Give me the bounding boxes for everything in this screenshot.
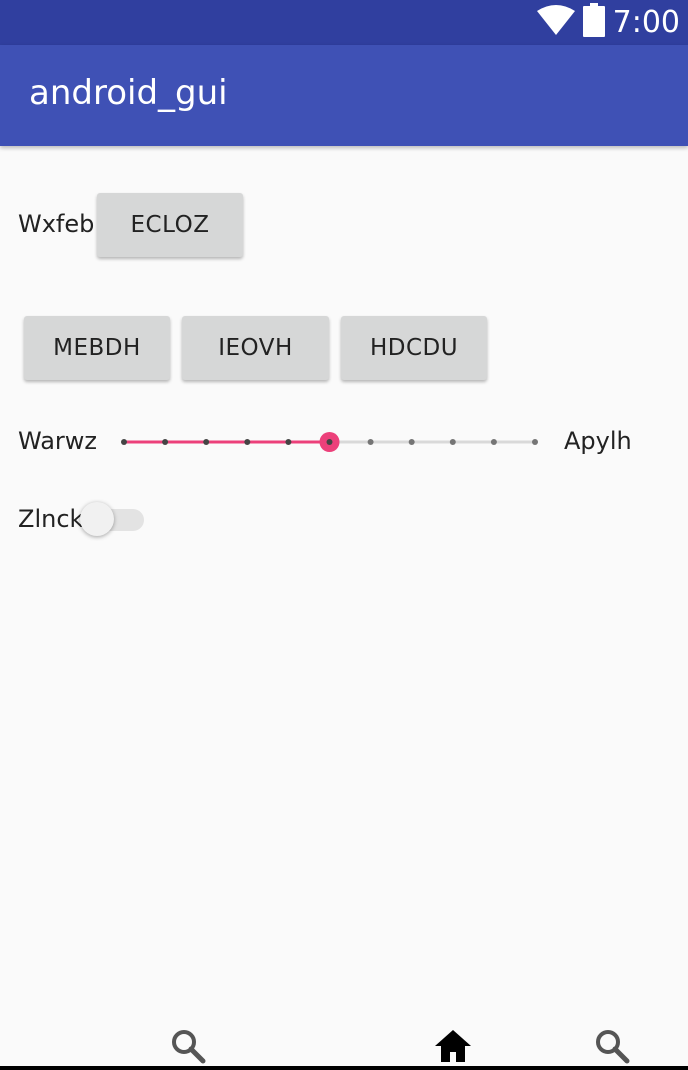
seekbar-tick	[203, 439, 210, 445]
seekbar-thumb-dot	[326, 439, 333, 445]
seekbar-tick	[162, 439, 169, 445]
wifi-icon	[536, 5, 575, 40]
battery-icon	[582, 3, 605, 42]
search-icon	[594, 1028, 630, 1069]
nav-search-left[interactable]	[166, 1026, 210, 1070]
ecloz-button[interactable]: ECLOZ	[97, 193, 243, 257]
search-icon	[170, 1028, 206, 1069]
ieovh-button[interactable]: IEOVH	[182, 316, 329, 380]
seekbar-tick	[285, 439, 292, 445]
seekbar-tick	[244, 439, 251, 445]
seekbar-tick	[408, 439, 415, 445]
slider-max-label: Apylh	[564, 427, 632, 455]
status-time: 7:00	[612, 5, 680, 40]
seekbar-graphic	[121, 432, 538, 452]
home-icon	[434, 1029, 472, 1068]
app-title: android_gui	[29, 73, 228, 113]
wxfeb-label: Wxfeb	[18, 210, 95, 238]
discrete-seekbar[interactable]	[114, 425, 544, 461]
seekbar-tick	[532, 439, 538, 445]
status-icons: 7:00	[536, 0, 680, 45]
bottom-nav	[0, 1010, 688, 1070]
nav-baseline	[0, 1066, 688, 1070]
switch-thumb	[80, 502, 114, 536]
seekbar-tick	[449, 439, 456, 445]
slider-min-label: Warwz	[18, 427, 97, 455]
nav-home[interactable]	[431, 1026, 475, 1070]
seekbar-tick	[121, 439, 127, 445]
zlnck-label: Zlnck	[18, 505, 84, 533]
status-bar: 7:00	[0, 0, 688, 45]
nav-search-right[interactable]	[590, 1026, 634, 1070]
seekbar-tick	[490, 439, 497, 445]
app-bar: android_gui	[0, 45, 688, 146]
hdcdu-button[interactable]: HDCDU	[341, 316, 487, 380]
seekbar-tick	[367, 439, 374, 445]
mebdh-button[interactable]: MEBDH	[24, 316, 170, 380]
zlnck-switch[interactable]	[78, 500, 146, 540]
